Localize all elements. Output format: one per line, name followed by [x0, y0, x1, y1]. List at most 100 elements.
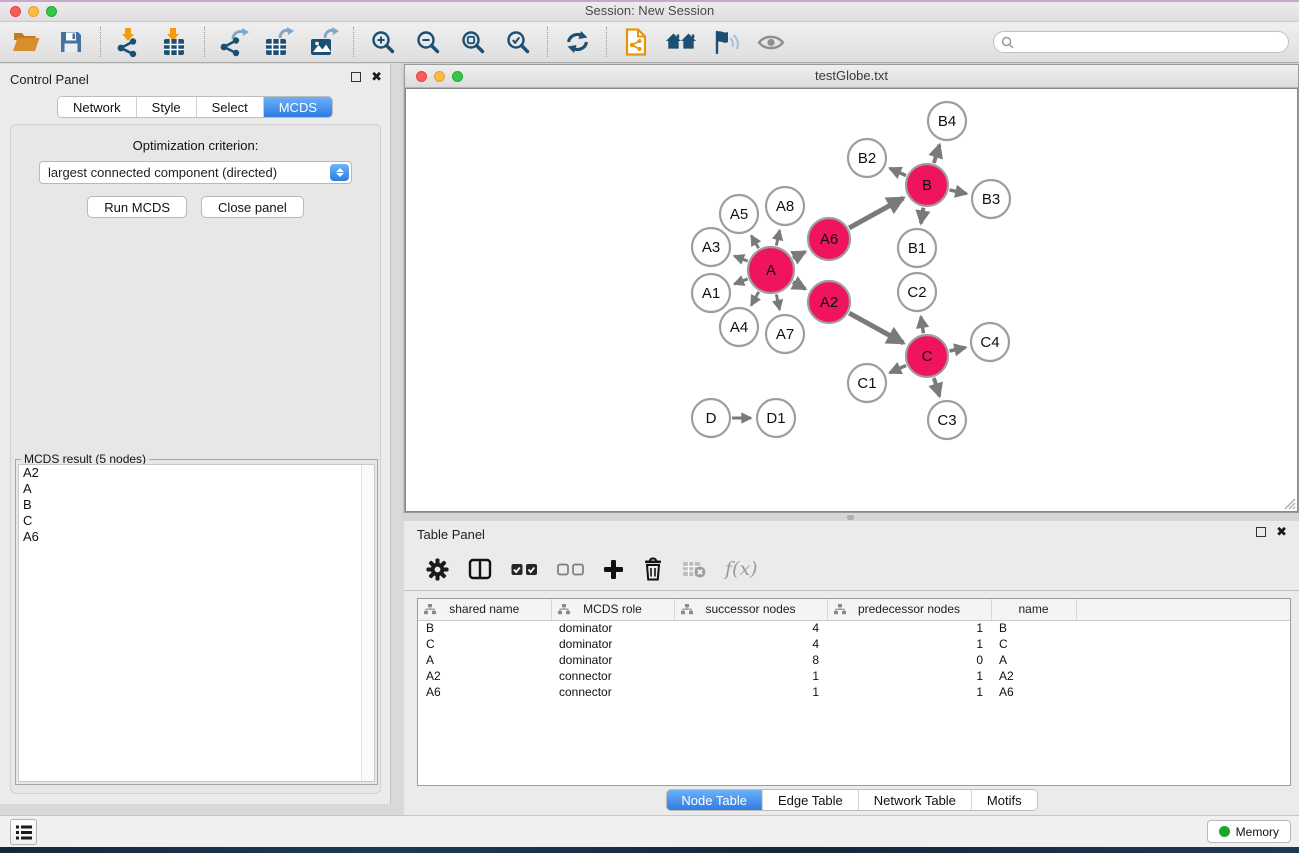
zoom-fit-icon[interactable]	[457, 26, 489, 58]
table-settings-gear-icon[interactable]	[426, 554, 449, 584]
table-cell[interactable]: A2	[991, 668, 1076, 684]
table-cell[interactable]: dominator	[551, 620, 674, 636]
graph-node-A8[interactable]: A8	[766, 187, 804, 225]
table-cell[interactable]: 1	[674, 684, 827, 700]
edge-C-C3[interactable]	[934, 378, 940, 396]
deselect-all-icon[interactable]	[557, 554, 584, 584]
edge-C-C2[interactable]	[921, 317, 924, 334]
task-history-button[interactable]	[10, 819, 37, 845]
column-header-MCDS-role[interactable]: MCDS role	[551, 599, 674, 620]
tab-network[interactable]: Network	[58, 97, 137, 117]
search-field[interactable]	[993, 31, 1289, 53]
table-cell[interactable]: connector	[551, 684, 674, 700]
show-hide-eye-icon[interactable]	[755, 26, 787, 58]
table-cell[interactable]: A	[418, 652, 551, 668]
table-cell[interactable]: 4	[674, 636, 827, 652]
graph-node-A2[interactable]: A2	[808, 281, 850, 323]
graph-node-A6[interactable]: A6	[808, 218, 850, 260]
mcds-result-item[interactable]: A6	[19, 529, 374, 545]
table-cell[interactable]: B	[991, 620, 1076, 636]
network-close-button[interactable]	[416, 71, 427, 82]
column-browser-icon[interactable]	[468, 554, 492, 584]
table-cell[interactable]: A2	[418, 668, 551, 684]
table-tab-network-table[interactable]: Network Table	[859, 790, 972, 810]
split-divider[interactable]	[404, 513, 1299, 521]
graph-node-A5[interactable]: A5	[720, 195, 758, 233]
run-mcds-button[interactable]: Run MCDS	[87, 196, 187, 218]
tab-mcds[interactable]: MCDS	[264, 97, 332, 117]
node-table[interactable]: shared nameMCDS rolesuccessor nodesprede…	[417, 598, 1291, 786]
table-cell[interactable]: 4	[674, 620, 827, 636]
close-panel-icon[interactable]: ✖	[371, 72, 382, 82]
graph-node-B3[interactable]: B3	[972, 180, 1010, 218]
close-panel-button[interactable]: Close panel	[201, 196, 304, 218]
zoom-in-icon[interactable]	[367, 26, 399, 58]
table-cell[interactable]: C	[418, 636, 551, 652]
delete-column-trash-icon[interactable]	[643, 554, 663, 584]
table-cell[interactable]: B	[418, 620, 551, 636]
mcds-result-list[interactable]: A2ABCA6	[18, 464, 375, 782]
table-cell[interactable]: 1	[827, 620, 991, 636]
graph-node-B4[interactable]: B4	[928, 102, 966, 140]
float-table-panel-icon[interactable]	[1256, 527, 1266, 537]
edge-A-A5[interactable]	[751, 236, 758, 249]
import-network-icon[interactable]	[114, 26, 146, 58]
refresh-icon[interactable]	[561, 26, 593, 58]
table-cell[interactable]: 8	[674, 652, 827, 668]
float-panel-icon[interactable]	[351, 72, 361, 82]
edge-A6-B[interactable]	[849, 198, 903, 228]
edge-A-A8[interactable]	[776, 230, 779, 245]
graph-node-C3[interactable]: C3	[928, 401, 966, 439]
edge-A2-C[interactable]	[849, 313, 903, 343]
open-file-icon[interactable]	[10, 26, 42, 58]
tab-select[interactable]: Select	[197, 97, 264, 117]
network-zoom-button[interactable]	[452, 71, 463, 82]
graph-node-B2[interactable]: B2	[848, 139, 886, 177]
table-cell[interactable]: dominator	[551, 652, 674, 668]
graph-node-D1[interactable]: D1	[757, 399, 795, 437]
mcds-result-item[interactable]: A	[19, 481, 374, 497]
graph-node-A[interactable]: A	[748, 247, 794, 293]
graph-node-C2[interactable]: C2	[898, 273, 936, 311]
zoom-selected-icon[interactable]	[502, 26, 534, 58]
minimize-window-button[interactable]	[28, 6, 39, 17]
table-cell[interactable]: 1	[827, 684, 991, 700]
graph-node-B[interactable]: B	[906, 164, 948, 206]
edge-B-B4[interactable]	[934, 145, 940, 163]
table-cell[interactable]: C	[991, 636, 1076, 652]
table-cell[interactable]: 1	[827, 668, 991, 684]
zoom-out-icon[interactable]	[412, 26, 444, 58]
edge-B-B3[interactable]	[949, 190, 966, 194]
table-cell[interactable]: 0	[827, 652, 991, 668]
search-input[interactable]	[1018, 33, 1288, 51]
network-window-titlebar[interactable]: testGlobe.txt	[405, 65, 1298, 88]
network-canvas[interactable]: AA6A2BCA5A8A3A1A4A7B4B2B3B1C2C4C1C3DD1	[405, 88, 1298, 512]
home-views-icon[interactable]	[665, 26, 697, 58]
edge-A-A7[interactable]	[776, 294, 779, 309]
network-file-icon[interactable]	[620, 26, 652, 58]
zoom-window-button[interactable]	[46, 6, 57, 17]
table-cell[interactable]: connector	[551, 668, 674, 684]
column-header-shared-name[interactable]: shared name	[418, 599, 551, 620]
tab-style[interactable]: Style	[137, 97, 197, 117]
export-network-icon[interactable]	[218, 26, 250, 58]
table-row[interactable]: Cdominator41C	[418, 636, 1290, 652]
close-table-panel-icon[interactable]: ✖	[1276, 527, 1287, 537]
export-image-icon[interactable]	[308, 26, 340, 58]
table-row[interactable]: A6connector11A6	[418, 684, 1290, 700]
edge-A-A6[interactable]	[793, 252, 805, 258]
resize-grip[interactable]	[1283, 497, 1296, 510]
edge-A-A1[interactable]	[734, 279, 747, 284]
mcds-result-item[interactable]: B	[19, 497, 374, 513]
table-cell[interactable]: A6	[418, 684, 551, 700]
column-header-successor-nodes[interactable]: successor nodes	[674, 599, 827, 620]
select-all-icon[interactable]	[511, 554, 538, 584]
column-header-name[interactable]: name	[991, 599, 1076, 620]
save-session-icon[interactable]	[55, 26, 87, 58]
network-minimize-button[interactable]	[434, 71, 445, 82]
graph-node-A3[interactable]: A3	[692, 228, 730, 266]
edge-A-A3[interactable]	[734, 256, 747, 261]
edge-C-C4[interactable]	[949, 347, 965, 351]
table-cell[interactable]: A6	[991, 684, 1076, 700]
table-cell[interactable]: 1	[827, 636, 991, 652]
